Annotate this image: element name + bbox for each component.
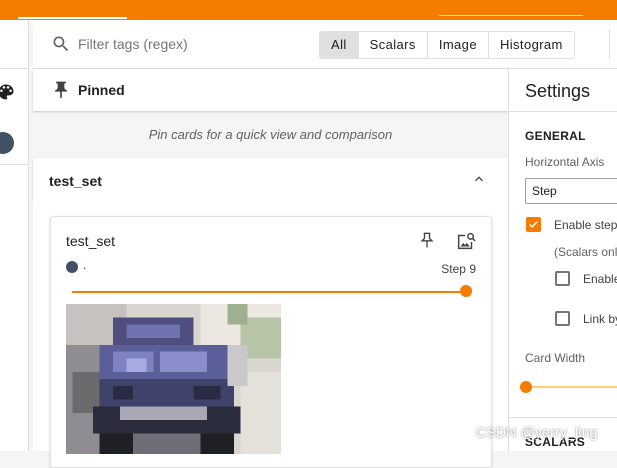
pin-icon: [55, 81, 67, 99]
general-heading: GENERAL: [525, 129, 586, 143]
run-name: .: [83, 258, 87, 272]
tag-filter-bar: All Scalars Image Histogram: [33, 20, 617, 69]
step-slider[interactable]: [72, 291, 467, 293]
enable-step-checkbox[interactable]: [526, 217, 541, 232]
chevron-up-icon[interactable]: [471, 171, 487, 187]
image-settings-icon[interactable]: [455, 230, 477, 252]
tab-histogram[interactable]: Histogram: [489, 32, 574, 58]
cards-area: Pinned Pin cards for a quick view and co…: [33, 69, 508, 468]
enable-label: Enable: [583, 272, 617, 286]
divider: [0, 68, 28, 69]
step-label: Step 9: [441, 262, 476, 276]
plugin-type-toggle: All Scalars Image Histogram: [319, 31, 575, 59]
card-width-label: Card Width: [525, 351, 586, 365]
search-underline: [439, 15, 583, 16]
link-by-checkbox[interactable]: [555, 311, 570, 326]
search-icon: [53, 36, 69, 52]
tab-scalars[interactable]: Scalars: [359, 32, 428, 58]
pin-card-icon[interactable]: [417, 230, 437, 250]
group-title: test_set: [49, 173, 102, 189]
enable-checkbox[interactable]: [555, 271, 570, 286]
card-title: test_set: [66, 233, 116, 249]
run-color-dot: [66, 261, 78, 273]
horizontal-axis-label: Horizontal Axis: [525, 155, 605, 169]
run-color-dot-icon[interactable]: [0, 132, 14, 154]
tab-all[interactable]: All: [320, 32, 359, 58]
link-by-label: Link by: [583, 312, 617, 326]
card-group-body: test_set . Step 9: [33, 200, 508, 468]
tab-image[interactable]: Image: [428, 32, 489, 58]
divider: [0, 164, 28, 165]
runs-sidebar: [0, 20, 29, 451]
horizontal-axis-select[interactable]: Step: [525, 178, 617, 204]
pinned-section-header: Pinned: [33, 69, 508, 111]
top-app-bar: [0, 0, 617, 20]
sample-image: [66, 304, 281, 454]
settings-title: Settings: [525, 81, 591, 101]
settings-panel: Settings GENERAL Horizontal Axis Step En…: [508, 69, 617, 451]
card-group-header[interactable]: test_set: [33, 158, 508, 200]
card-width-slider[interactable]: [525, 386, 617, 388]
watermark: CSDN @yerry_ling: [476, 424, 598, 440]
scalars-only-note: (Scalars onl: [554, 245, 617, 259]
tag-filter-input[interactable]: [78, 34, 298, 54]
divider: [609, 29, 610, 59]
check-icon: [529, 221, 538, 228]
image-card: test_set . Step 9: [50, 216, 492, 468]
enable-step-label: Enable step: [554, 218, 617, 232]
card-width-slider-thumb[interactable]: [520, 381, 532, 393]
pinned-empty-message: Pin cards for a quick view and compariso…: [148, 127, 393, 142]
active-tab-underline: [18, 17, 127, 19]
divider: [509, 417, 617, 418]
palette-icon[interactable]: [0, 82, 16, 102]
step-slider-thumb[interactable]: [460, 285, 472, 297]
divider: [509, 111, 617, 112]
pinned-title: Pinned: [78, 82, 125, 98]
